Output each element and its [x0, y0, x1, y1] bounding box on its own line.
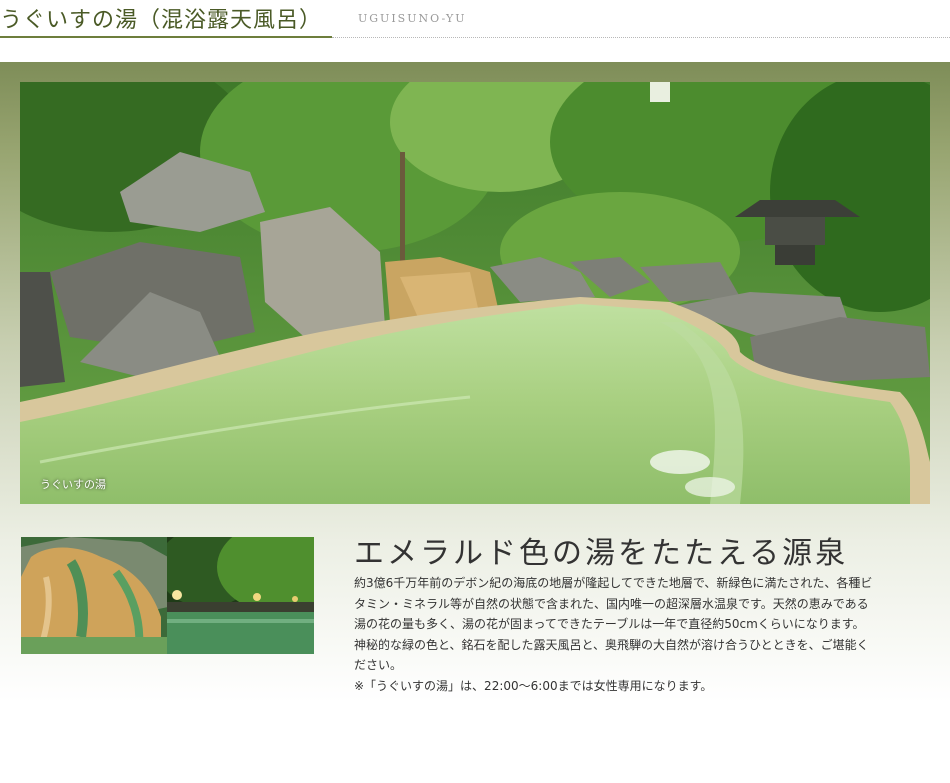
page-subtitle: UGUISUNO-YU — [358, 12, 467, 25]
hero-photo-open-air-bath: うぐいすの湯 — [20, 82, 930, 504]
content-description: 約3億6千万年前のデボン紀の海底の地層が隆起してできた地層で、新緑色に満たされた… — [354, 573, 876, 696]
page-title: うぐいすの湯（混浴露天風呂） — [0, 8, 323, 33]
dotted-divider — [332, 37, 950, 38]
title-underline — [0, 36, 332, 38]
thumbnail-mineral-formation — [21, 537, 168, 654]
description-text: 約3億6千万年前のデボン紀の海底の地層が隆起してできた地層で、新緑色に満たされた… — [354, 576, 873, 672]
hero-caption: うぐいすの湯 — [40, 478, 106, 491]
page-header: うぐいすの湯（混浴露天風呂） UGUISUNO-YU — [0, 0, 950, 40]
content-title: エメラルド色の湯をたたえる源泉 — [354, 536, 849, 571]
thumbnail-night-bath — [167, 537, 314, 654]
women-only-note: ※「うぐいすの湯」は、22:00〜6:00までは女性専用になります。 — [354, 678, 713, 693]
